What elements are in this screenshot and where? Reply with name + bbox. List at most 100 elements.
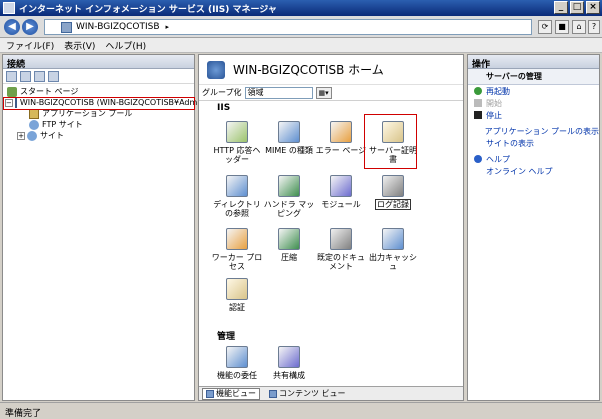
feature-delegation[interactable]: 機能の委任: [211, 346, 263, 380]
feature-compression[interactable]: 圧縮: [263, 228, 315, 262]
connections-header: 接続: [3, 55, 194, 70]
authentication-icon: [226, 278, 248, 300]
start-page-icon: [7, 86, 17, 97]
group-by-select[interactable]: 領域: [244, 86, 313, 99]
address-path[interactable]: WIN-BGIZQCOTISB ▸: [44, 19, 532, 35]
view-mode-icon[interactable]: ▦▾: [315, 86, 332, 99]
status-text: 準備完了: [5, 409, 42, 419]
menu-bar: ファイル(F) 表示(V) ヘルプ(H): [0, 38, 602, 53]
feature-label: 認証: [229, 303, 245, 312]
spacer-icon: [474, 139, 482, 147]
tree-item-ftp[interactable]: FTP サイト: [3, 119, 194, 130]
tree-label: サイト: [40, 131, 64, 140]
section-iis: IIS: [217, 103, 231, 113]
compression-icon: [278, 228, 300, 250]
feature-worker-processes[interactable]: ワーカー プロセス: [211, 228, 263, 271]
action-start[interactable]: 開始: [468, 97, 599, 109]
action-group-manage-server: サーバーの管理: [468, 69, 599, 85]
close-button[interactable]: ×: [586, 1, 600, 14]
group-by-label: グループ化: [202, 88, 242, 97]
feature-label: ワーカー プロセス: [211, 253, 263, 271]
action-view-sites[interactable]: サイトの表示: [468, 137, 599, 149]
feature-shared-configuration[interactable]: 共有構成: [263, 346, 315, 380]
feature-label: ディレクトリの参照: [213, 200, 261, 218]
error-pages-icon: [330, 121, 352, 143]
action-help[interactable]: ヘルプ: [468, 153, 599, 165]
feature-output-cache[interactable]: 出力キャッシュ: [367, 228, 419, 271]
action-restart[interactable]: 再起動: [468, 85, 599, 97]
action-label: 開始: [486, 98, 502, 108]
disconnect-icon[interactable]: [48, 70, 59, 82]
feature-authentication[interactable]: 認証: [211, 278, 263, 312]
tab-features-view[interactable]: 機能ビュー: [202, 387, 260, 400]
tab-label: 機能ビュー: [216, 389, 256, 398]
action-online-help[interactable]: オンライン ヘルプ: [468, 165, 599, 177]
feature-http-headers[interactable]: HTTP 応答ヘッダー: [211, 121, 263, 164]
help-toolbar-icon[interactable]: ?: [588, 20, 600, 34]
stop-icon[interactable]: ■: [555, 20, 569, 34]
app-pool-icon: [29, 108, 39, 119]
worker-process-icon: [226, 228, 248, 250]
feature-label: モジュール: [321, 200, 361, 209]
restart-icon: [474, 87, 482, 95]
feature-modules[interactable]: モジュール: [315, 175, 367, 209]
minimize-button[interactable]: _: [554, 1, 568, 14]
feature-logging[interactable]: ログ記録: [367, 175, 419, 210]
group-by-bar: グループ化 領域 ▦▾: [199, 85, 463, 101]
save-icon[interactable]: [20, 70, 31, 82]
feature-error-pages[interactable]: エラー ページ: [315, 121, 367, 155]
feature-label: MIME の種類: [265, 146, 313, 155]
tree-item-sites[interactable]: + サイト: [3, 130, 194, 141]
home-icon[interactable]: ⌂: [572, 20, 586, 34]
feature-label: 出力キャッシュ: [369, 253, 417, 271]
action-stop[interactable]: 停止: [468, 109, 599, 121]
up-icon[interactable]: [34, 70, 45, 82]
feature-directory-browsing[interactable]: ディレクトリの参照: [211, 175, 263, 218]
action-label: 再起動: [486, 86, 510, 96]
menu-help[interactable]: ヘルプ(H): [105, 39, 146, 52]
tree-label: スタート ページ: [20, 87, 79, 96]
connections-tree: スタート ページ − WIN-BGIZQCOTISB (WIN-BGIZQCOT…: [3, 84, 203, 141]
action-label: サイトの表示: [486, 138, 534, 148]
tab-label: コンテンツ ビュー: [279, 389, 346, 398]
status-bar: 準備完了: [0, 402, 602, 419]
start-icon: [474, 99, 482, 107]
forward-button[interactable]: ▶: [22, 19, 38, 35]
iis-app-icon: [3, 2, 15, 14]
sites-icon: [27, 130, 37, 141]
action-label: オンライン ヘルプ: [486, 166, 553, 176]
default-document-icon: [330, 228, 352, 250]
menu-view[interactable]: 表示(V): [64, 39, 95, 52]
menu-file[interactable]: ファイル(F): [6, 39, 54, 52]
action-view-app-pools[interactable]: アプリケーション プールの表示: [468, 125, 599, 137]
view-tabs: 機能ビュー コンテンツ ビュー: [199, 386, 463, 400]
refresh-icon[interactable]: ⟳: [538, 20, 552, 34]
feature-default-document[interactable]: 既定のドキュメント: [315, 228, 367, 271]
output-cache-icon: [382, 228, 404, 250]
address-bar: ◀ ▶ WIN-BGIZQCOTISB ▸ ⟳ ■ ⌂ ?: [0, 16, 602, 38]
features-pane: WIN-BGIZQCOTISB ホーム グループ化 領域 ▦▾ IIS HTTP…: [198, 54, 464, 401]
tab-content-view[interactable]: コンテンツ ビュー: [266, 388, 349, 400]
actions-pane: 操作 サーバーの管理 再起動 開始 停止 アプリケーション プールの表示 サイト…: [467, 54, 600, 401]
logging-icon: [382, 175, 404, 197]
action-label: 停止: [486, 110, 502, 120]
section-management: 管理: [217, 332, 236, 342]
back-button[interactable]: ◀: [4, 19, 20, 35]
tree-item-start-page[interactable]: スタート ページ: [3, 86, 194, 97]
spacer-icon: [474, 127, 481, 135]
connections-toolbar: [3, 69, 194, 84]
address-server-text: WIN-BGIZQCOTISB: [76, 22, 160, 32]
highlight-box-server-cert: [364, 114, 417, 169]
title-bar: インターネット インフォメーション サービス (IIS) マネージャ _ □ ×: [0, 0, 602, 16]
connect-icon[interactable]: [6, 70, 17, 82]
mime-icon: [278, 121, 300, 143]
feature-handler-mappings[interactable]: ハンドラ マッピング: [263, 175, 315, 218]
expand-icon[interactable]: +: [17, 131, 25, 140]
shared-config-icon: [278, 346, 300, 368]
delegation-icon: [226, 346, 248, 368]
server-home-icon: [207, 60, 225, 79]
feature-label: HTTP 応答ヘッダー: [213, 146, 261, 164]
action-label: アプリケーション プールの表示: [484, 126, 599, 136]
feature-mime[interactable]: MIME の種類: [263, 121, 315, 155]
maximize-button[interactable]: □: [570, 1, 584, 14]
